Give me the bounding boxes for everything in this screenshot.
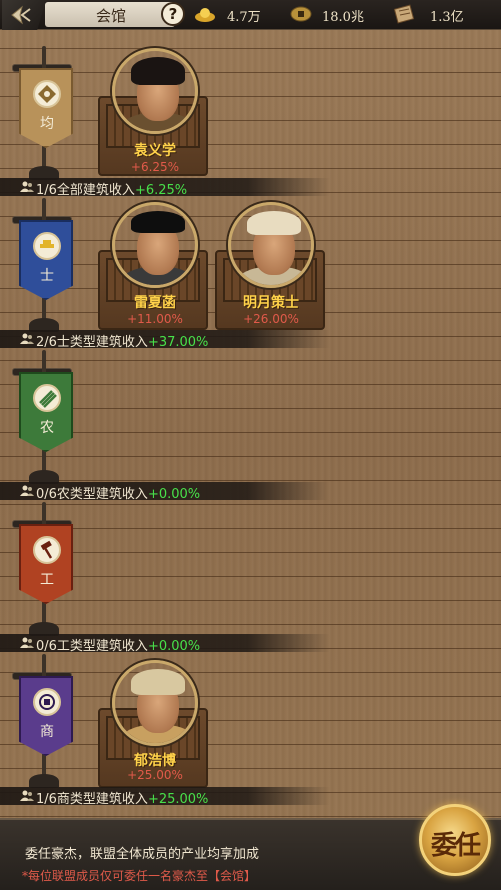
wood-background (0, 0, 501, 890)
income-value: +6.25% (134, 183, 188, 198)
income-label: 2/6士类型建筑收入+37.00% (36, 335, 209, 350)
income-value: +0.00% (147, 639, 201, 654)
coin-emblem-icon (33, 688, 61, 716)
hero-bonus: +6.25% (130, 160, 180, 174)
banner-char: 均 (40, 116, 54, 132)
banner-char: 工 (40, 572, 54, 588)
top-bar: 会馆 ? 4.7万 18.0兆 1.3亿 (0, 0, 501, 30)
gold-ingot-icon (195, 8, 215, 22)
back-button[interactable] (2, 0, 46, 30)
income-label: 0/6工类型建筑收入+0.00% (36, 639, 201, 654)
hero-bonus: +25.00% (127, 768, 183, 782)
hero-name: 雷夏菡 (134, 295, 176, 311)
income-value: +25.00% (147, 792, 209, 807)
hero-name: 郁浩博 (134, 753, 176, 769)
hero-name: 明月策士 (243, 295, 299, 311)
income-value: +37.00% (147, 335, 209, 350)
income-value: +0.00% (147, 487, 201, 502)
user-icon (20, 181, 34, 192)
banner-base (29, 774, 59, 788)
income-label: 1/6商类型建筑收入+25.00% (36, 792, 209, 807)
income-bar: 1/6商类型建筑收入+25.00% (0, 787, 330, 807)
user-icon (20, 485, 34, 496)
hero-bonus: +11.00% (127, 312, 183, 326)
user-icon (20, 790, 34, 801)
hero-name: 袁义学 (134, 143, 176, 159)
scroll-amount: 1.3亿 (430, 10, 464, 25)
appoint-button-label: 委任 (430, 831, 481, 861)
gold-amount: 4.7万 (227, 10, 261, 25)
grain-emblem-icon (33, 384, 61, 412)
income-bar: 0/6农类型建筑收入+0.00% (0, 482, 330, 502)
footer-note: *每位联盟成员仅可委任一名豪杰至【会馆】 (22, 869, 257, 883)
income-label: 0/6农类型建筑收入+0.00% (36, 487, 201, 502)
page-title: 会馆 (96, 7, 127, 25)
banner-char: 农 (40, 420, 54, 436)
hero-bonus: +26.00% (243, 312, 299, 326)
banner-char: 士 (40, 268, 54, 284)
user-icon (20, 333, 34, 344)
coin-amount: 18.0兆 (322, 10, 364, 25)
income-bar: 1/6全部建筑收入+6.25% (0, 178, 330, 198)
income-label: 1/6全部建筑收入+6.25% (36, 183, 188, 198)
diamond-emblem-icon (33, 80, 61, 108)
appoint-button[interactable]: 委任 (419, 804, 491, 876)
footer-description: 委任豪杰，联盟全体成员的产业均享加成 (25, 847, 260, 862)
hero-portrait[interactable] (112, 48, 198, 134)
hat-emblem-icon (33, 232, 61, 260)
hero-portrait[interactable] (228, 202, 314, 288)
hammer-emblem-icon (33, 536, 61, 564)
coin-icon (290, 6, 312, 22)
banner-char: 商 (40, 724, 54, 740)
user-icon (20, 637, 34, 648)
income-bar: 0/6工类型建筑收入+0.00% (0, 634, 330, 654)
income-bar: 2/6士类型建筑收入+37.00% (0, 330, 330, 350)
back-arrow-icon (11, 5, 31, 25)
scroll-icon (393, 4, 415, 24)
help-icon[interactable]: ? (161, 2, 185, 26)
hero-portrait[interactable] (112, 660, 198, 746)
hero-portrait[interactable] (112, 202, 198, 288)
